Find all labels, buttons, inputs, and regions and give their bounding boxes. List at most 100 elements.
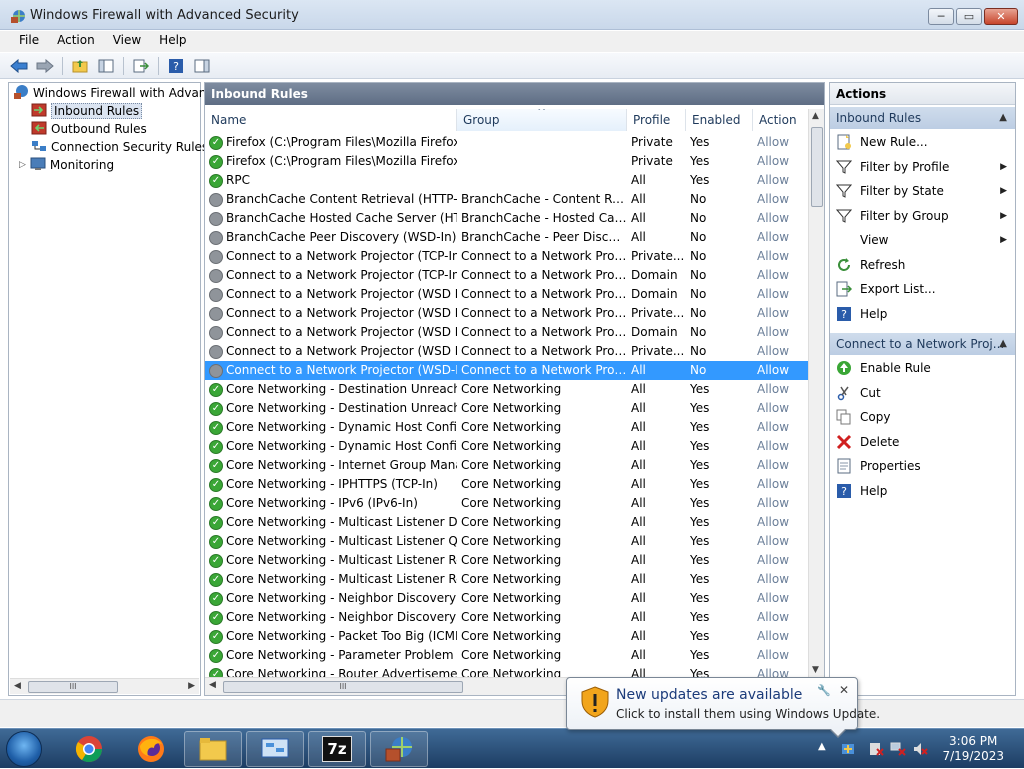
rule-enabled-icon: ✓ (209, 496, 223, 511)
action-item-properties[interactable]: Properties (830, 455, 1015, 477)
action-item-refresh[interactable]: Refresh (830, 254, 1015, 276)
firefox-taskbar-button[interactable] (122, 731, 180, 767)
table-row[interactable]: Connect to a Network Projector (WSD Ev..… (205, 342, 809, 361)
table-row[interactable]: ✓ Core Networking - Neighbor Discovery S.… (205, 608, 809, 627)
action-item-filter-by-profile[interactable]: Filter by Profile ▶ (830, 156, 1015, 178)
table-row[interactable]: Connect to a Network Projector (TCP-In) C… (205, 266, 809, 285)
start-button[interactable] (6, 731, 42, 767)
back-arrow-icon[interactable] (8, 56, 30, 76)
up-folder-icon[interactable] (69, 56, 91, 76)
column-header-profile[interactable]: Profile (627, 109, 686, 131)
action-item-filter-by-group[interactable]: Filter by Group ▶ (830, 205, 1015, 227)
forward-arrow-icon[interactable] (34, 56, 56, 76)
title-bar[interactable]: Windows Firewall with Advanced Security … (0, 0, 1024, 30)
action-item-view[interactable]: View ▶ (830, 229, 1015, 251)
taskbar-clock[interactable]: 3:06 PM 7/19/2023 (942, 734, 1004, 764)
update-notification-balloon[interactable]: New updates are available Click to insta… (566, 677, 880, 738)
scroll-down-icon[interactable]: ▼ (812, 665, 819, 675)
tree-root[interactable]: Windows Firewall with Advance (13, 84, 220, 102)
show-hide-action-pane-icon[interactable] (191, 56, 213, 76)
table-row[interactable]: Connect to a Network Projector (WSD Ev..… (205, 323, 809, 342)
table-row[interactable]: ✓ Core Networking - Multicast Listener Re… (205, 570, 809, 589)
close-button[interactable]: ✕ (984, 8, 1018, 25)
actions-section-selected-rule[interactable]: Connect to a Network Proj... ▲ (830, 333, 1015, 355)
expand-arrow-icon[interactable]: ▷ (19, 160, 26, 170)
table-row[interactable]: ✓ Core Networking - Dynamic Host Config..… (205, 418, 809, 437)
firewall-taskbar-button[interactable] (370, 731, 428, 767)
rule-name: Core Networking - Neighbor Discovery S..… (226, 610, 457, 624)
tree-horizontal-scrollbar[interactable]: ◀ III ▶ (10, 678, 199, 694)
actions-section-inbound-rules[interactable]: Inbound Rules ▲ (830, 107, 1015, 129)
tree-item-outbound-rules[interactable]: Outbound Rules (31, 120, 147, 138)
table-row[interactable]: ✓ Core Networking - IPv6 (IPv6-In) Core Ne… (205, 494, 809, 513)
table-row[interactable]: ✓ Core Networking - Dynamic Host Config..… (205, 437, 809, 456)
menu-action[interactable]: Action (48, 31, 104, 52)
scroll-up-icon[interactable]: ▲ (812, 111, 819, 121)
scroll-thumb[interactable]: III (28, 681, 118, 693)
table-row[interactable]: ✓ Firefox (C:\Program Files\Mozilla Firef… (205, 133, 809, 152)
minimize-button[interactable]: ─ (928, 8, 954, 25)
table-row[interactable]: ✓ Core Networking - Destination Unreacha.… (205, 380, 809, 399)
menu-view[interactable]: View (104, 31, 150, 52)
table-row[interactable]: ✓ RPC All Yes Allow (205, 171, 809, 190)
scroll-left-icon[interactable]: ◀ (14, 681, 21, 691)
scroll-left-icon[interactable]: ◀ (209, 680, 216, 690)
collapse-icon[interactable]: ▲ (999, 107, 1007, 129)
rules-vertical-scrollbar[interactable]: ▲ ▼ (808, 109, 824, 677)
action-item-enable-rule[interactable]: Enable Rule (830, 357, 1015, 379)
network-icon[interactable] (890, 741, 906, 757)
table-row[interactable]: ✓ Core Networking - IPHTTPS (TCP-In) Core … (205, 475, 809, 494)
table-row[interactable]: Connect to a Network Projector (WSD Ev..… (205, 304, 809, 323)
action-item-filter-by-state[interactable]: Filter by State ▶ (830, 180, 1015, 202)
control-panel-taskbar-button[interactable] (246, 731, 304, 767)
table-row[interactable]: ✓ Core Networking - Multicast Listener Re… (205, 551, 809, 570)
options-wrench-icon[interactable]: 🔧 (817, 684, 831, 697)
balloon-close-button[interactable]: ✕ (839, 683, 849, 697)
column-header-action[interactable]: Action (753, 109, 809, 131)
action-item-copy[interactable]: Copy (830, 406, 1015, 428)
table-row[interactable]: ✓ Core Networking - Packet Too Big (ICMP.… (205, 627, 809, 646)
7zip-taskbar-button[interactable]: 7z (308, 731, 366, 767)
tree-item-inbound-rules[interactable]: Inbound Rules (31, 102, 143, 120)
menu-help[interactable]: Help (150, 31, 195, 52)
show-hide-tree-icon[interactable] (95, 56, 117, 76)
export-list-icon[interactable] (130, 56, 152, 76)
menu-file[interactable]: File (10, 31, 48, 52)
action-item-new-rule[interactable]: New Rule... (830, 131, 1015, 153)
table-row[interactable]: ✓ Core Networking - Multicast Listener Do… (205, 513, 809, 532)
action-item-export-list[interactable]: Export List... (830, 278, 1015, 300)
table-row[interactable]: ✓ Core Networking - Neighbor Discovery A.… (205, 589, 809, 608)
table-row[interactable]: ✓ Core Networking - Parameter Problem (I.… (205, 646, 809, 665)
scroll-thumb[interactable] (811, 127, 823, 207)
table-row[interactable]: ✓ Firefox (C:\Program Files\Mozilla Firef… (205, 152, 809, 171)
table-row[interactable]: Connect to a Network Projector (TCP-In) C… (205, 247, 809, 266)
action-center-icon[interactable] (868, 741, 884, 757)
action-item-help[interactable]: ? Help (830, 480, 1015, 502)
action-item-delete[interactable]: Delete (830, 431, 1015, 453)
chrome-taskbar-button[interactable] (60, 731, 118, 767)
tree-item-connection-security-rules[interactable]: Connection Security Rules (31, 138, 208, 156)
help-icon[interactable]: ? (165, 56, 187, 76)
table-row[interactable]: ✓ Core Networking - Multicast Listener Qu… (205, 532, 809, 551)
scroll-thumb[interactable]: III (223, 681, 463, 693)
volume-icon[interactable] (912, 741, 928, 757)
column-header-enabled[interactable]: Enabled (686, 109, 753, 131)
collapse-icon[interactable]: ▲ (999, 333, 1007, 355)
show-hidden-icons-icon[interactable]: ▲ (818, 741, 834, 757)
table-row[interactable]: Connect to a Network Projector (WSD-In) C… (205, 361, 809, 380)
table-row[interactable]: Connect to a Network Projector (WSD Ev..… (205, 285, 809, 304)
table-row[interactable]: BranchCache Content Retrieval (HTTP-In) B… (205, 190, 809, 209)
scroll-right-icon[interactable]: ▶ (188, 681, 195, 691)
column-header-group[interactable]: Group ^ (457, 109, 627, 131)
table-row[interactable]: ✓ Core Networking - Destination Unreacha.… (205, 399, 809, 418)
table-row[interactable]: BranchCache Hosted Cache Server (HTT... B… (205, 209, 809, 228)
column-header-name[interactable]: Name (205, 109, 457, 131)
action-item-cut[interactable]: Cut (830, 382, 1015, 404)
table-row[interactable]: ✓ Core Networking - Internet Group Mana..… (205, 456, 809, 475)
explorer-taskbar-button[interactable] (184, 731, 242, 767)
table-row[interactable]: BranchCache Peer Discovery (WSD-In) Branc… (205, 228, 809, 247)
windows-update-tray-icon[interactable] (840, 741, 856, 757)
action-item-help[interactable]: ? Help (830, 303, 1015, 325)
tree-item-monitoring[interactable]: ▷ Monitoring (19, 156, 114, 174)
maximize-button[interactable]: ▭ (956, 8, 982, 25)
